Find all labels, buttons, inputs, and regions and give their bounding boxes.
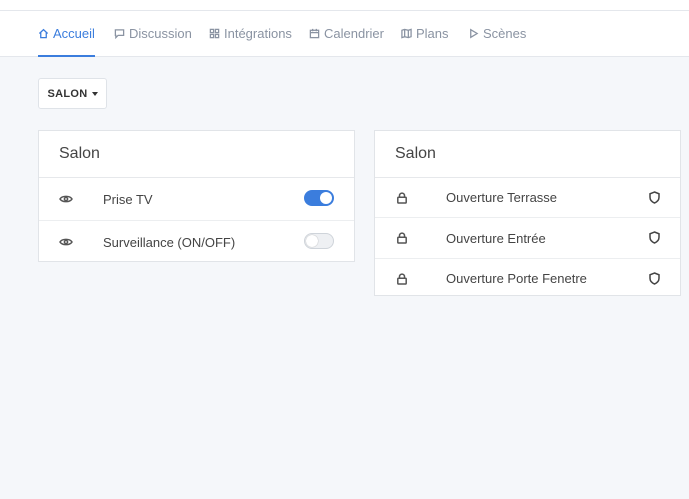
entity-label: Surveillance (ON/OFF) — [103, 234, 236, 250]
chat-icon — [114, 29, 125, 39]
tab-discussion[interactable]: Discussion — [114, 11, 192, 56]
tab-calendrier[interactable]: Calendrier — [309, 11, 384, 56]
tab-label: Accueil — [53, 26, 95, 41]
tab-accueil[interactable]: Accueil — [38, 11, 95, 57]
entity-label: Ouverture Entrée — [446, 230, 546, 246]
entity-label: Prise TV — [103, 191, 153, 207]
lock-icon — [396, 232, 408, 244]
room-selector-button[interactable]: SALON — [38, 78, 107, 109]
entity-label: Ouverture Porte Fenetre — [446, 271, 587, 286]
card-title: Salon — [375, 131, 680, 178]
home-icon — [38, 28, 49, 39]
toggle-knob — [306, 235, 318, 247]
caret-down-icon — [91, 91, 98, 96]
entity-row[interactable]: Ouverture Entrée — [375, 218, 680, 259]
tab-integrations[interactable]: Intégrations — [209, 11, 292, 56]
tab-label: Intégrations — [224, 26, 292, 41]
prise-tv-toggle[interactable] — [304, 190, 334, 206]
shield-icon[interactable] — [649, 231, 660, 247]
nav-tabs: Accueil Discussion Intégrations Calendri… — [0, 11, 689, 57]
toggle-knob — [320, 192, 332, 204]
entity-row[interactable]: Ouverture Terrasse — [375, 178, 680, 218]
entity-row[interactable]: Ouverture Porte Fenetre — [375, 259, 680, 298]
eye-icon — [59, 237, 73, 247]
eye-icon — [59, 194, 73, 204]
lock-icon — [396, 191, 408, 204]
entity-label: Ouverture Terrasse — [446, 190, 558, 205]
tab-label: Scènes — [483, 26, 527, 41]
map-icon — [401, 28, 412, 39]
tab-label: Calendrier — [324, 26, 384, 41]
tab-scenes[interactable]: Scènes — [468, 11, 526, 56]
top-bar — [0, 0, 689, 11]
entity-row[interactable]: Surveillance (ON/OFF) — [39, 221, 354, 263]
tab-label: Plans — [416, 26, 449, 41]
shield-icon[interactable] — [649, 191, 660, 207]
tab-label: Discussion — [129, 26, 192, 41]
play-icon — [470, 28, 479, 39]
tab-plans[interactable]: Plans — [401, 11, 449, 56]
entity-row[interactable]: Prise TV — [39, 178, 354, 221]
calendar-icon — [309, 28, 320, 39]
room-selector-label: SALON — [47, 87, 88, 100]
lock-icon — [396, 272, 408, 285]
surveillance-toggle[interactable] — [304, 233, 334, 249]
shield-icon[interactable] — [649, 272, 660, 288]
grid-icon — [209, 28, 220, 39]
card-title: Salon — [39, 131, 354, 178]
switches-card: Salon Prise TV Surveillance (ON/OFF) — [38, 130, 355, 262]
locks-card: Salon Ouverture Terrasse Ouverture Entré… — [374, 130, 681, 296]
